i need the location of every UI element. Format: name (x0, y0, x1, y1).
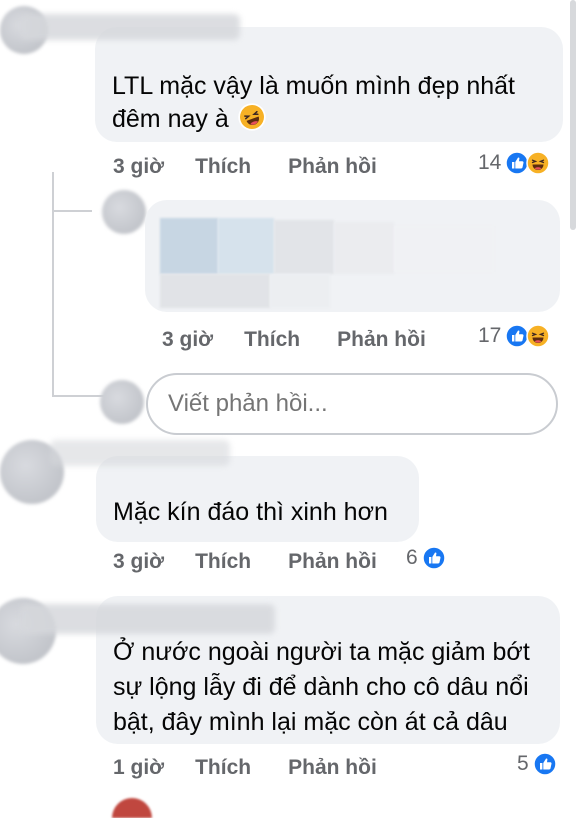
reaction-summary[interactable]: 6 (406, 546, 446, 570)
reaction-summary[interactable]: 17 (478, 324, 550, 348)
thread-line-branch (52, 210, 92, 212)
comment-text-line-1: Mặc kín đáo thì xinh hơn (113, 498, 388, 526)
reaction-count: 6 (406, 546, 418, 569)
comment-actions: 3 giờ Thích Phản hồi (162, 328, 426, 352)
like-button[interactable]: Thích (195, 550, 251, 574)
haha-icon (526, 324, 550, 348)
comment-text-line-3: bật, đây mình lại mặc còn át cả dâu (113, 708, 508, 736)
comment-actions: 1 giờ Thích Phản hồi (113, 756, 377, 780)
comment-text-line-1: LTL mặc vậy là muốn mình đẹp nhất (112, 72, 515, 100)
comment-actions: 3 giờ Thích Phản hồi (113, 155, 377, 179)
author-name[interactable] (50, 440, 230, 466)
reaction-summary[interactable]: 5 (517, 752, 557, 776)
reply-button[interactable]: Phản hồi (337, 328, 426, 352)
author-name[interactable] (20, 604, 275, 634)
like-icon (533, 752, 557, 776)
comment-text-line-2: đêm nay à (112, 101, 266, 141)
like-icon (422, 546, 446, 570)
reply-button[interactable]: Phản hồi (288, 155, 377, 179)
current-user-avatar[interactable] (100, 380, 144, 424)
reply-input[interactable] (146, 373, 558, 435)
reaction-count: 17 (478, 324, 502, 347)
haha-icon (526, 151, 550, 175)
reply-button[interactable]: Phản hồi (288, 756, 377, 780)
like-button[interactable]: Thích (195, 756, 251, 780)
timestamp[interactable]: 3 giờ (113, 155, 164, 179)
rolling-laughing-emoji-icon (238, 103, 266, 141)
like-button[interactable]: Thích (244, 328, 300, 352)
like-button[interactable]: Thích (195, 155, 251, 179)
reaction-count: 5 (517, 752, 529, 775)
comment-text-line-1: Ở nước ngoài người ta mặc giảm bớt (113, 638, 530, 666)
reply-button[interactable]: Phản hồi (288, 550, 377, 574)
scrollbar[interactable] (570, 0, 576, 230)
timestamp[interactable]: 1 giờ (113, 756, 164, 780)
author-name[interactable] (20, 14, 240, 40)
reaction-summary[interactable]: 14 (478, 151, 550, 175)
timestamp[interactable]: 3 giờ (113, 550, 164, 574)
timestamp[interactable]: 3 giờ (162, 328, 213, 352)
thread-line (52, 172, 54, 397)
reaction-count: 14 (478, 151, 502, 174)
comment-actions: 3 giờ Thích Phản hồi (113, 550, 377, 574)
avatar[interactable] (102, 190, 146, 234)
comment-text-line-2: sự lộng lẫy đi để dành cho cô dâu nổi (113, 673, 529, 701)
next-comment-avatar[interactable] (112, 798, 152, 818)
